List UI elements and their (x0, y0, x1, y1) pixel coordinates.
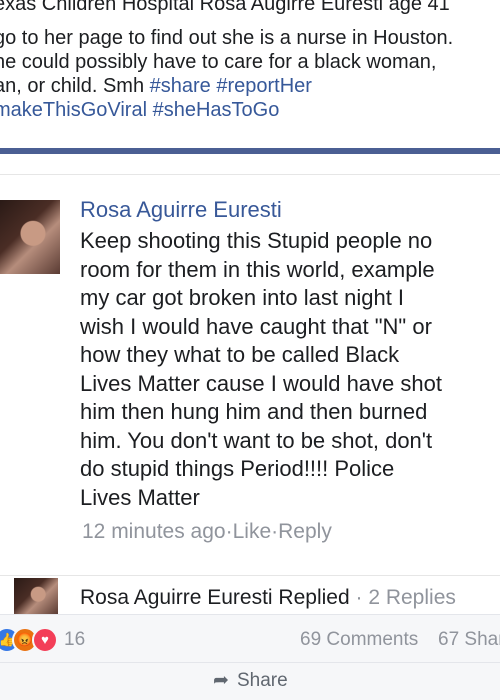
comment-line: wish I would have caught that "N" or (80, 313, 432, 339)
post-line: he could possibly have to care for a bla… (0, 51, 437, 73)
share-label: Share (237, 670, 288, 691)
comment-line: how they what to be called Black (80, 342, 400, 367)
comment-body: Keep shooting this Stupid people no room… (80, 227, 500, 512)
separator: · (225, 520, 233, 543)
comment-line: Keep shooting this Stupid people no (80, 228, 433, 253)
replied-label: Replied (272, 586, 350, 609)
comment-author[interactable]: Rosa Aguirre Euresti (80, 196, 500, 224)
hashtags[interactable]: #share #reportHer (150, 75, 312, 97)
replies-count[interactable]: 2 Replies (368, 586, 456, 609)
action-bar: ➦ Share (0, 662, 500, 700)
share-button[interactable]: ➦ Share (213, 669, 288, 692)
shares-count[interactable]: 67 Shar (438, 629, 500, 651)
comment-line: my car got broken into last night I (80, 285, 405, 310)
reaction-count[interactable]: 16 (64, 629, 85, 651)
separator: · (271, 520, 279, 543)
embed-divider (0, 148, 500, 154)
post-text: exas Children Hospital Rosa Augirre Eure… (0, 0, 500, 122)
replies-link[interactable]: Rosa Aguirre Euresti Replied · 2 Replies (80, 586, 456, 610)
post-line: an, or child. Smh #share #reportHer (0, 74, 500, 98)
post-line: exas Children Hospital Rosa Augirre Eure… (0, 0, 450, 15)
like-link[interactable]: Like (233, 520, 272, 544)
comment-time[interactable]: 12 minutes ago (82, 520, 226, 544)
reply-author[interactable]: Rosa Aguirre Euresti (80, 586, 273, 609)
comment-line: Lives Matter cause I would have shot (80, 370, 442, 396)
comment: Rosa Aguirre Euresti Keep shooting this … (80, 196, 500, 543)
share-arrow-icon: ➦ (213, 670, 229, 691)
separator: · (349, 586, 369, 609)
comment-line: room for them in this world, example (80, 256, 435, 282)
divider (0, 575, 500, 576)
post-line: go to her page to find out she is a nurs… (0, 27, 454, 49)
comment-meta: 12 minutes ago · Like · Reply (82, 520, 332, 544)
reply-avatar[interactable] (14, 578, 58, 614)
comment-line: him. You don't want to be shot, don't (80, 427, 433, 453)
comment-line: do stupid things Period!!!! Police (80, 456, 395, 481)
divider (0, 174, 500, 175)
commenter-avatar[interactable] (0, 200, 60, 274)
comment-line: him then hung him and then burned (80, 399, 428, 424)
hashtags-line[interactable]: makeThisGoViral #sheHasToGo (0, 98, 500, 122)
reaction-bar: 👍 😡 ♥ 16 69 Comments 67 Shar (0, 614, 500, 663)
comments-count[interactable]: 69 Comments (300, 629, 418, 651)
post-line-text: an, or child. Smh (0, 75, 150, 97)
love-icon[interactable]: ♥ (32, 627, 58, 653)
comment-line: Lives Matter (80, 484, 200, 510)
reply-link[interactable]: Reply (278, 520, 332, 544)
